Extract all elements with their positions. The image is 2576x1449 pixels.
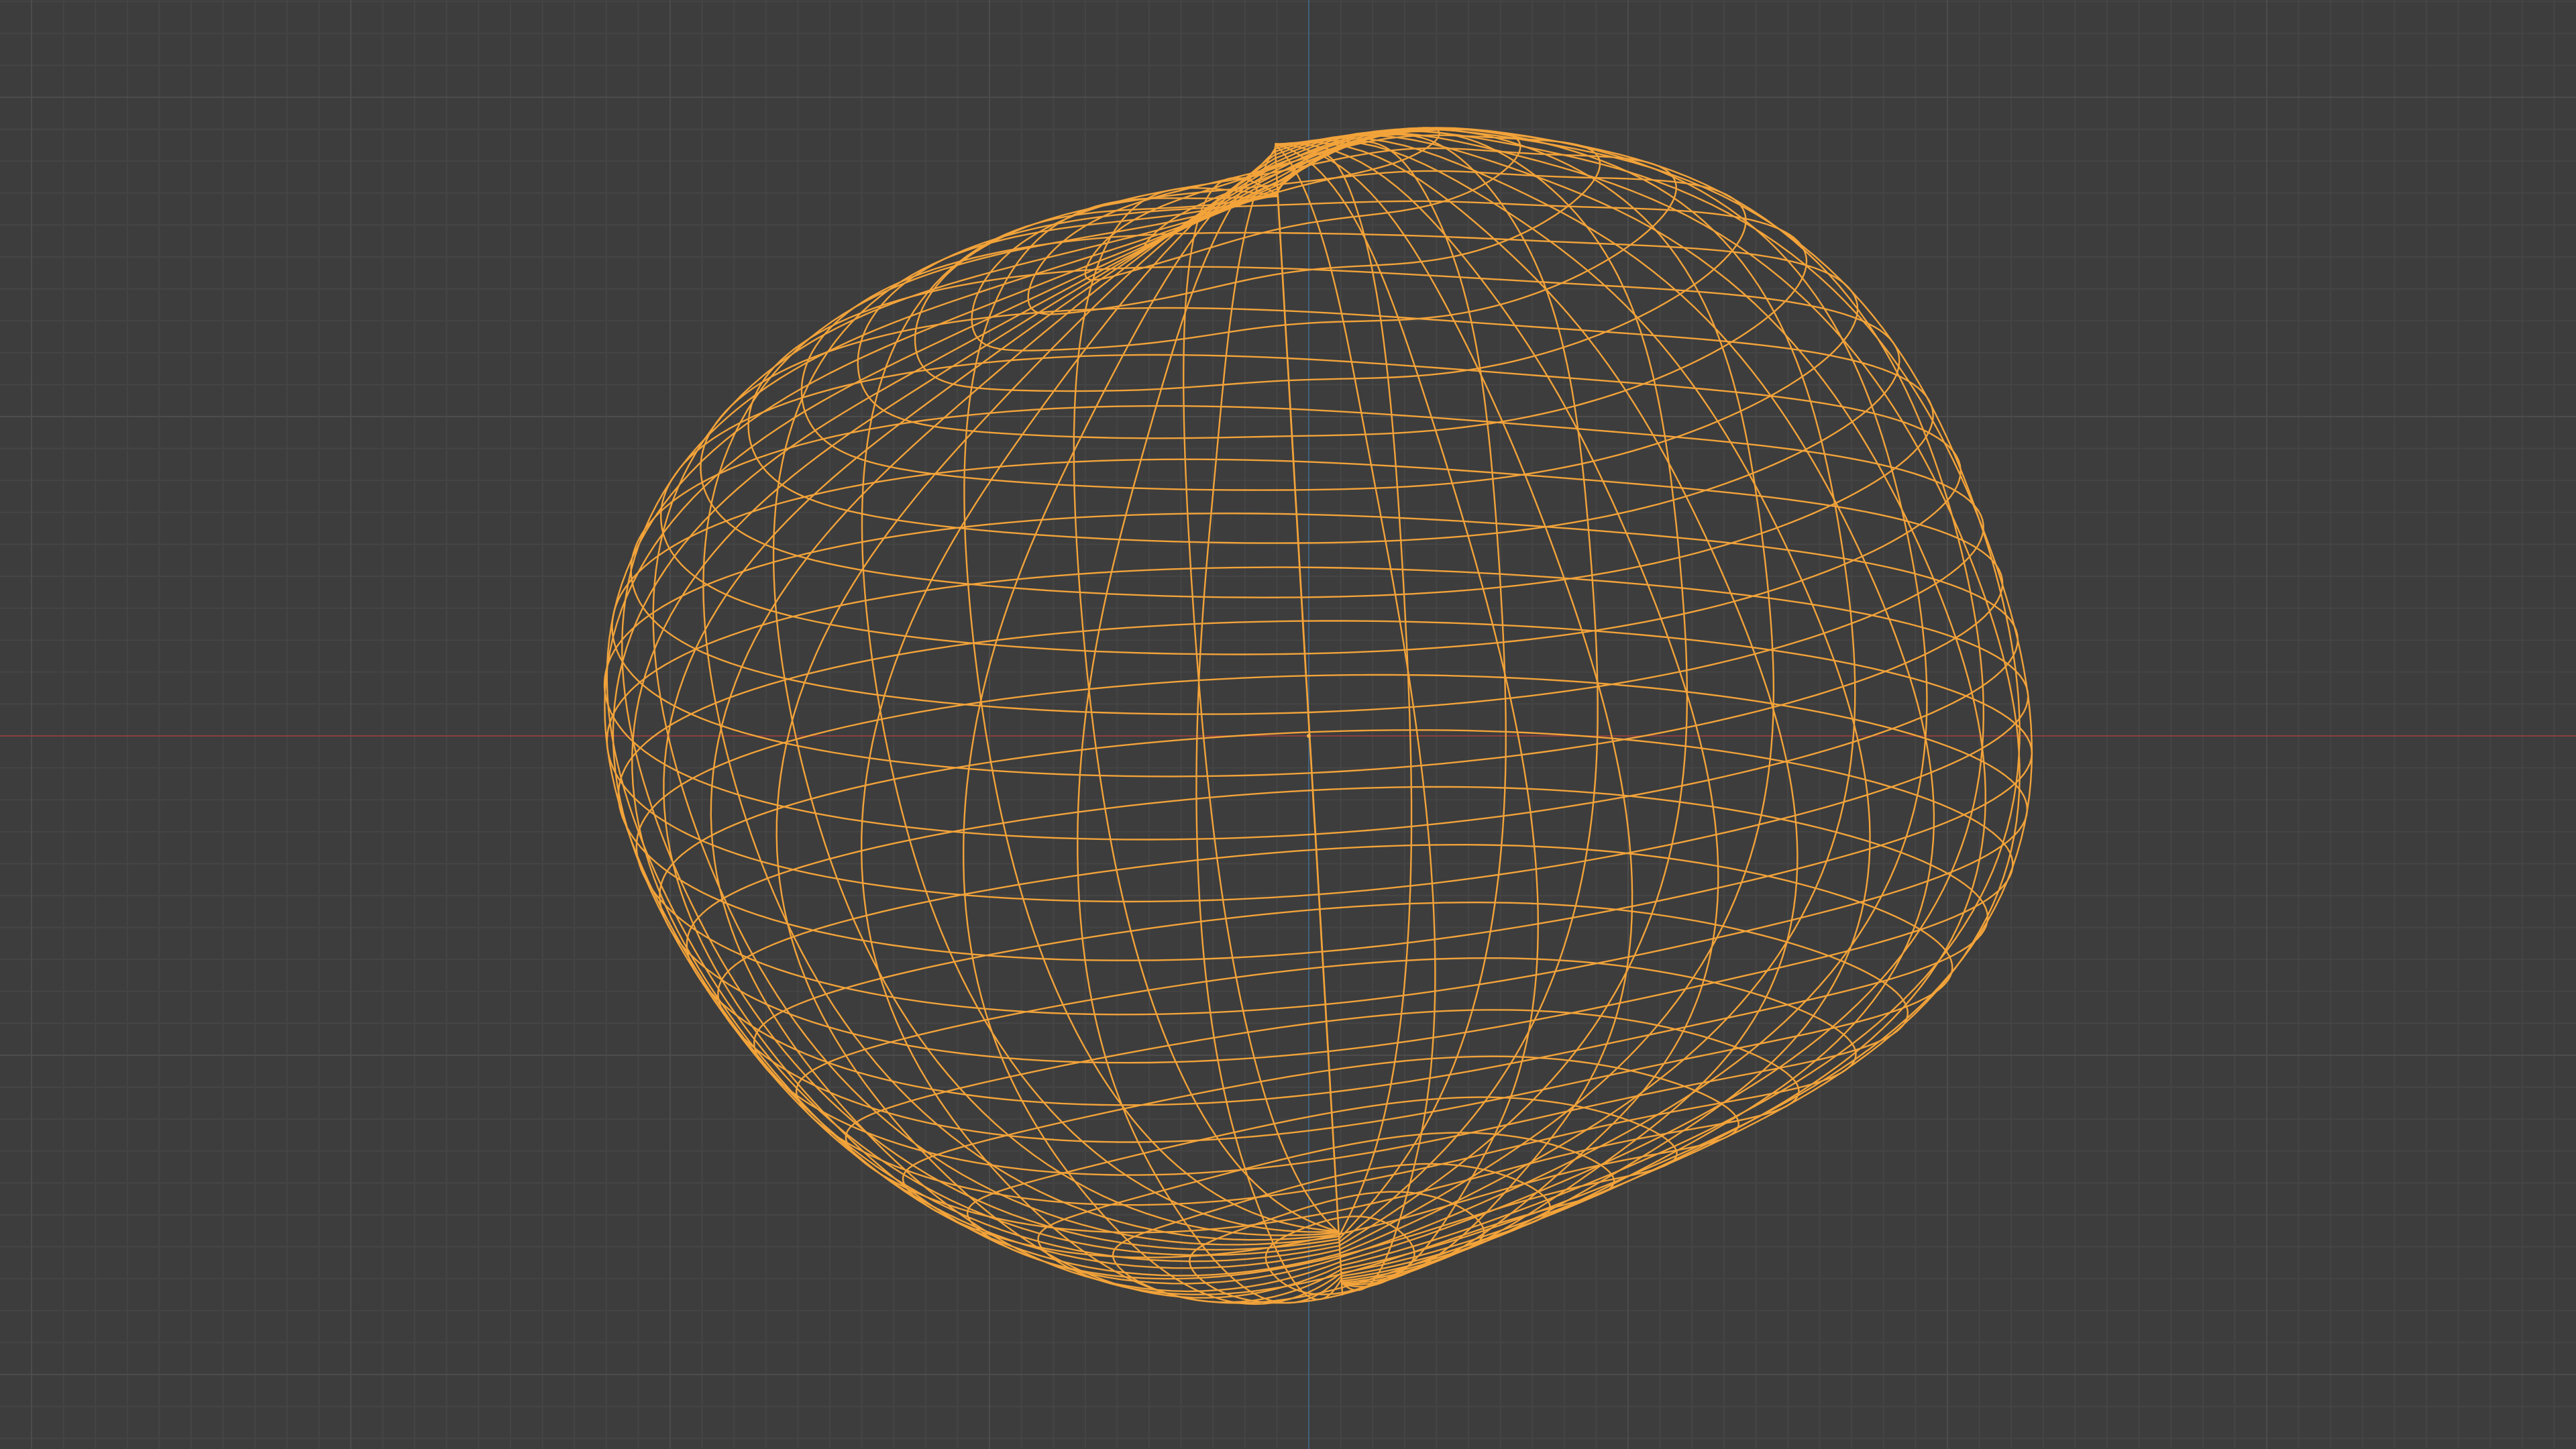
3d-viewport[interactable] xyxy=(0,0,2576,1449)
viewport-canvas[interactable] xyxy=(0,0,2576,1449)
object-origin-dot[interactable] xyxy=(1307,734,1311,738)
